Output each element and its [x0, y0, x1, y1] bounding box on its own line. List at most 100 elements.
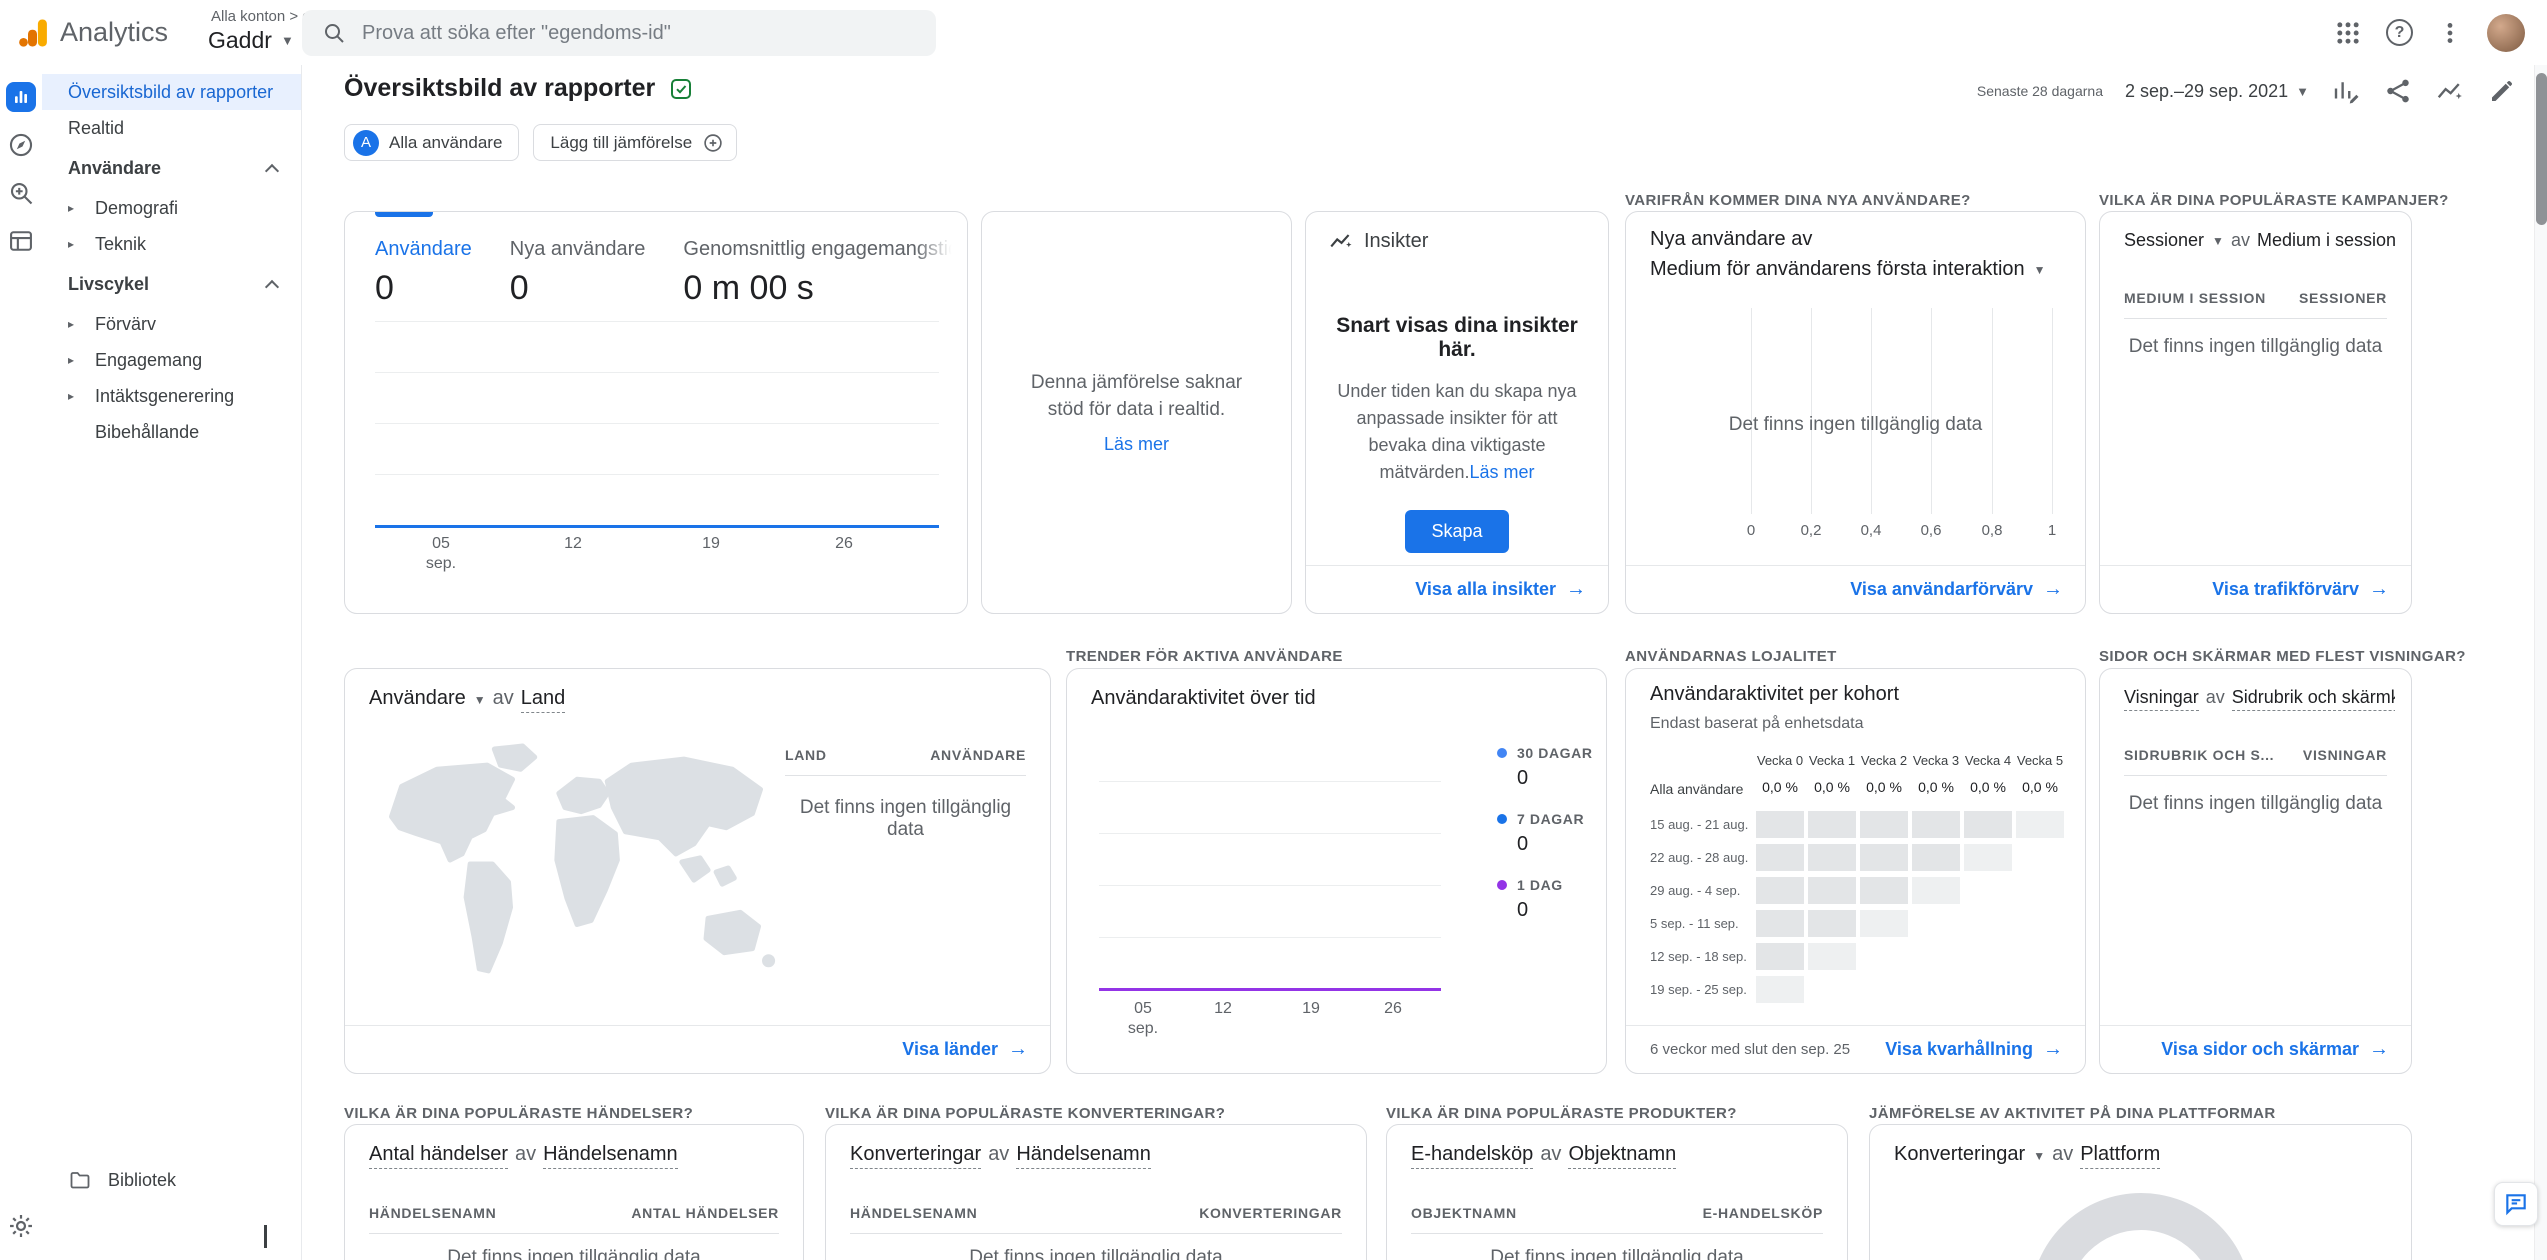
- view-user-acquisition-link[interactable]: Visa användarförvärv →: [1850, 578, 2063, 601]
- active-users-card: Användaraktivitet över tid 05 sep. 12 19…: [1066, 668, 1607, 1074]
- metric-users-tab[interactable]: Användare 0: [375, 238, 472, 308]
- selected-metric-tab-indicator: [375, 212, 433, 217]
- sidebar-item-library[interactable]: Bibliotek: [42, 1161, 301, 1199]
- group-header-products: VILKA ÄR DINA POPULÄRASTE PRODUKTER?: [1386, 1105, 1737, 1122]
- group-header-conversions: VILKA ÄR DINA POPULÄRASTE KONVERTERINGAR…: [825, 1105, 1225, 1122]
- active-users-line-chart: 05 sep. 12 19 26: [1099, 769, 1441, 1014]
- nav-explore[interactable]: [0, 121, 42, 169]
- feedback-button[interactable]: [2494, 1182, 2538, 1226]
- sidebar-item-realtime[interactable]: Realtid: [42, 110, 301, 146]
- platform-donut-chart: [2030, 1193, 2252, 1260]
- x-axis-tick: 12: [564, 534, 582, 554]
- admin-gear[interactable]: [0, 1212, 42, 1240]
- column-header: E-HANDELSKÖP: [1703, 1205, 1823, 1221]
- collapse-sidebar-button[interactable]: [264, 1225, 267, 1246]
- plus-circle-icon: [702, 132, 724, 154]
- nav-configure[interactable]: [0, 217, 42, 265]
- metric-selector[interactable]: Konverteringar: [1894, 1143, 2025, 1166]
- sidebar-section-user[interactable]: Användare: [42, 146, 301, 190]
- date-preset-label: Senaste 28 dagarna: [1977, 83, 2103, 99]
- dimension-selector[interactable]: Händelsenamn: [543, 1143, 678, 1169]
- sidebar-section-lifecycle[interactable]: Livscykel: [42, 262, 301, 306]
- sidebar-item-acquisition[interactable]: ▸ Förvärv: [42, 306, 301, 342]
- column-header: ANVÄNDARE: [930, 747, 1026, 763]
- expand-triangle-icon[interactable]: ▸: [68, 201, 82, 215]
- view-traffic-acquisition-link[interactable]: Visa trafikförvärv →: [2212, 578, 2389, 601]
- group-header-platforms: JÄMFÖRELSE AV AKTIVITET PÅ DINA PLATTFOR…: [1869, 1105, 2276, 1122]
- avatar[interactable]: [2487, 14, 2525, 52]
- edit-icon[interactable]: [2487, 76, 2517, 106]
- dimension-selector[interactable]: Objektnamn: [1568, 1143, 1676, 1169]
- expand-triangle-icon[interactable]: ▸: [68, 317, 82, 331]
- apps-grid-icon[interactable]: [2334, 19, 2362, 47]
- add-comparison-chip[interactable]: Lägg till jämförelse: [533, 124, 737, 161]
- table-header: SIDRUBRIK OCH S... VISNINGAR: [2124, 747, 2387, 776]
- pages-card: Visningar av Sidrubrik och skärmklass SI…: [2099, 668, 2412, 1074]
- sidebar-item-retention[interactable]: ▸ Bibehållande: [42, 414, 301, 450]
- folder-icon: [68, 1168, 92, 1192]
- chevron-down-icon: ▼: [2033, 1149, 2045, 1163]
- sidebar-item-engagement[interactable]: ▸ Engagemang: [42, 342, 301, 378]
- create-insight-button[interactable]: Skapa: [1405, 510, 1508, 553]
- sidebar-item-monetization[interactable]: ▸ Intäktsgenerering: [42, 378, 301, 414]
- date-range-selector[interactable]: 2 sep.–29 sep. 2021 ▼: [2125, 81, 2309, 102]
- column-header: HÄNDELSENAMN: [369, 1205, 496, 1221]
- insights-header: Insikter: [1328, 228, 1428, 254]
- cohort-cell: [1808, 943, 1856, 970]
- one-day-series-line: [1099, 988, 1441, 991]
- x-axis-tick: 19: [1302, 999, 1320, 1019]
- metric-selector[interactable]: Användare: [369, 687, 466, 710]
- help-icon[interactable]: ?: [2386, 19, 2413, 46]
- dimension-selector[interactable]: Medium i session: [2257, 230, 2395, 251]
- metric-fade-overlay: [915, 220, 967, 330]
- sidebar-item-overview[interactable]: Översiktsbild av rapporter: [42, 74, 301, 110]
- events-card: Antal händelser av Händelsenamn HÄNDELSE…: [344, 1124, 804, 1260]
- column-header: HÄNDELSENAMN: [850, 1205, 977, 1221]
- cohort-row: 15 aug. - 21 aug.: [1650, 809, 2062, 842]
- all-users-chip[interactable]: A Alla användare: [344, 124, 519, 161]
- cohort-row-label: 15 aug. - 21 aug.: [1650, 817, 1748, 832]
- card-title: E-handelsköp av Objektnamn: [1411, 1143, 1676, 1169]
- dimension-selector[interactable]: Medium för användarens första interaktio…: [1650, 258, 2046, 281]
- card-footer: 6 veckor med slut den sep. 25 Visa kvarh…: [1626, 1025, 2085, 1073]
- kebab-menu-icon[interactable]: [2437, 20, 2463, 46]
- scrollbar-thumb[interactable]: [2536, 73, 2547, 225]
- cohort-row-label: 5 sep. - 11 sep.: [1650, 916, 1739, 931]
- card-title: Användaraktivitet över tid: [1091, 687, 1316, 710]
- view-retention-link[interactable]: Visa kvarhållning →: [1885, 1038, 2063, 1061]
- sidebar-item-tech[interactable]: ▸ Teknik: [42, 226, 301, 262]
- metric-selector[interactable]: Sessioner: [2124, 230, 2204, 251]
- cohort-cell: [1964, 811, 2012, 838]
- dimension-selector[interactable]: Sidrubrik och skärmklass: [2232, 687, 2395, 711]
- card-title: Användare▼ av Land: [369, 687, 565, 713]
- table-header: LAND ANVÄNDARE: [785, 747, 1026, 776]
- expand-triangle-icon[interactable]: ▸: [68, 389, 82, 403]
- view-countries-link[interactable]: Visa länder →: [902, 1038, 1028, 1061]
- customize-report-icon[interactable]: [2331, 76, 2361, 106]
- dimension-selector[interactable]: Plattform: [2080, 1143, 2160, 1169]
- learn-more-link[interactable]: Läs mer: [1104, 434, 1169, 455]
- cohort-cell: [1808, 844, 1856, 871]
- learn-more-link[interactable]: Läs mer: [1470, 462, 1535, 482]
- share-icon[interactable]: [2383, 76, 2413, 106]
- metric-selector[interactable]: Konverteringar: [850, 1143, 981, 1169]
- nav-reports[interactable]: [0, 73, 42, 121]
- expand-triangle-icon[interactable]: ▸: [68, 237, 82, 251]
- metric-new-users-tab[interactable]: Nya användare 0: [510, 238, 646, 308]
- empty-state-text: Det finns ingen tillgänglig data: [2100, 793, 2411, 815]
- dimension-selector[interactable]: Händelsenamn: [1016, 1143, 1151, 1169]
- insights-icon[interactable]: [2435, 76, 2465, 106]
- metric-selector[interactable]: Antal händelser: [369, 1143, 508, 1169]
- dimension-selector[interactable]: Land: [521, 687, 566, 713]
- metric-selector[interactable]: Visningar: [2124, 687, 2199, 711]
- view-pages-link[interactable]: Visa sidor och skärmar →: [2161, 1038, 2389, 1061]
- analytics-logo-icon[interactable]: [16, 15, 52, 51]
- view-all-insights-link[interactable]: Visa alla insikter →: [1415, 578, 1586, 601]
- report-quality-icon[interactable]: [669, 77, 693, 101]
- search-input[interactable]: Prova att söka efter "egendoms-id": [302, 10, 936, 56]
- metric-selector[interactable]: E-handelsköp: [1411, 1143, 1533, 1169]
- sidebar-item-demographics[interactable]: ▸ Demografi: [42, 190, 301, 226]
- nav-advertising[interactable]: [0, 169, 42, 217]
- expand-triangle-icon[interactable]: ▸: [68, 353, 82, 367]
- column-header: KONVERTERINGAR: [1199, 1205, 1342, 1221]
